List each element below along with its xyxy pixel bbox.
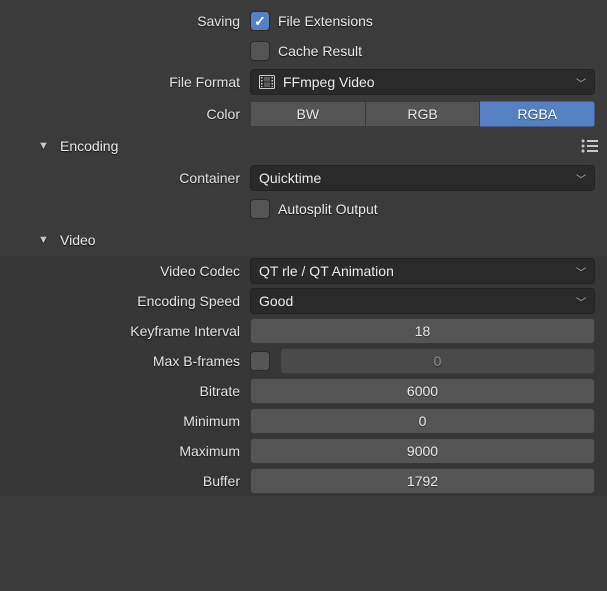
encoding-section-header[interactable]: ▼ Encoding (0, 130, 607, 162)
maximum-label: Maximum (0, 443, 250, 459)
video-codec-select[interactable]: QT rle / QT Animation ﹀ (250, 258, 595, 284)
chevron-down-icon: ▼ (38, 234, 49, 246)
buffer-field[interactable]: 1792 (250, 468, 595, 494)
autosplit-label: Autosplit Output (278, 201, 378, 217)
max-bframes-field[interactable]: 0 (280, 348, 595, 374)
max-bframes-label: Max B-frames (0, 353, 250, 369)
chevron-down-icon: ﹀ (576, 294, 586, 309)
autosplit-checkbox[interactable] (250, 199, 270, 219)
keyframe-interval-label: Keyframe Interval (0, 323, 250, 339)
video-codec-label: Video Codec (0, 263, 250, 279)
chevron-down-icon: ▼ (38, 140, 49, 152)
file-format-select[interactable]: FFmpeg Video ﹀ (250, 69, 595, 95)
chevron-down-icon: ﹀ (576, 75, 586, 90)
container-label: Container (0, 170, 250, 186)
chevron-down-icon: ﹀ (576, 264, 586, 279)
preset-list-icon[interactable] (581, 139, 599, 153)
file-extensions-checkbox[interactable] (250, 11, 270, 31)
maximum-field[interactable]: 9000 (250, 438, 595, 464)
buffer-label: Buffer (0, 473, 250, 489)
video-file-icon (259, 75, 275, 89)
saving-label: Saving (0, 13, 250, 29)
minimum-field[interactable]: 0 (250, 408, 595, 434)
cache-result-checkbox[interactable] (250, 41, 270, 61)
encoding-speed-select[interactable]: Good ﹀ (250, 288, 595, 314)
file-extensions-label: File Extensions (278, 13, 373, 29)
bitrate-label: Bitrate (0, 383, 250, 399)
color-label: Color (0, 106, 250, 122)
container-select[interactable]: Quicktime ﹀ (250, 165, 595, 191)
color-mode-group: BW RGB RGBA (250, 101, 595, 127)
color-bw-button[interactable]: BW (250, 101, 366, 127)
max-bframes-checkbox[interactable] (250, 351, 270, 371)
container-value: Quicktime (259, 170, 321, 186)
chevron-down-icon: ﹀ (576, 171, 586, 186)
video-section-header[interactable]: ▼ Video (0, 224, 607, 256)
encoding-speed-value: Good (259, 293, 293, 309)
color-rgb-button[interactable]: RGB (366, 101, 481, 127)
cache-result-label: Cache Result (278, 43, 362, 59)
encoding-title: Encoding (60, 138, 118, 154)
video-title: Video (60, 232, 96, 248)
video-codec-value: QT rle / QT Animation (259, 263, 394, 279)
file-format-label: File Format (0, 74, 250, 90)
encoding-speed-label: Encoding Speed (0, 293, 250, 309)
color-rgba-button[interactable]: RGBA (480, 101, 595, 127)
file-format-value: FFmpeg Video (283, 74, 375, 90)
bitrate-field[interactable]: 6000 (250, 378, 595, 404)
minimum-label: Minimum (0, 413, 250, 429)
keyframe-interval-field[interactable]: 18 (250, 318, 595, 344)
